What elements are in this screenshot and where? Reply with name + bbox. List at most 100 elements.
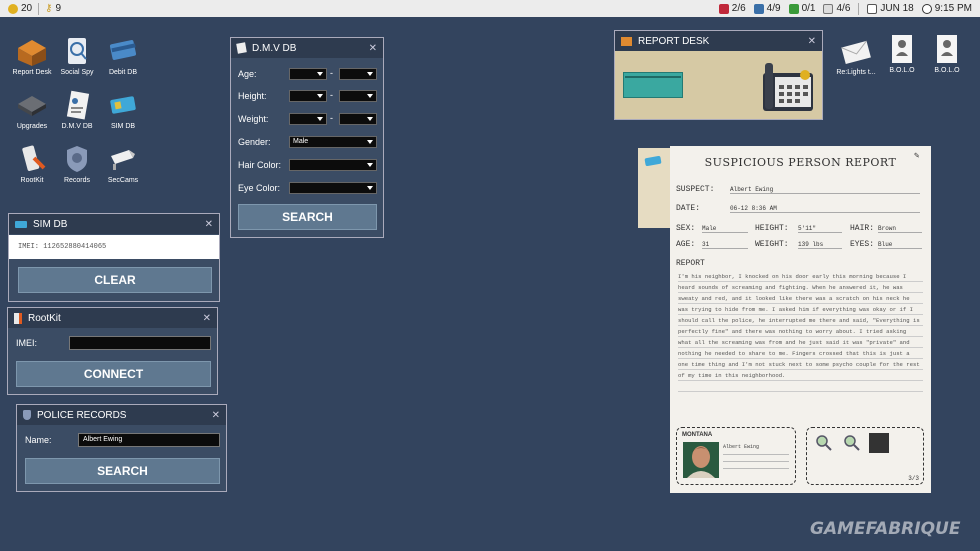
imei-input[interactable] — [69, 336, 211, 350]
gender-select[interactable]: Male — [289, 136, 377, 148]
stat-reports[interactable]: 2/6 — [718, 3, 746, 14]
height-min-select[interactable] — [289, 90, 327, 102]
age-min-select[interactable] — [289, 68, 327, 80]
eyes-value: Blue — [878, 241, 922, 249]
date-label: DATE: — [676, 204, 701, 213]
fax-machine-icon[interactable] — [761, 59, 817, 115]
date-value: 06-12 8:36 AM — [730, 205, 920, 213]
sim-db-window: SIM DB ✕ IMEI: 112652880414065 CLEAR — [8, 213, 220, 302]
window-title: D.M.V DB — [252, 42, 297, 54]
desktop-icon-report-desk[interactable]: Report Desk — [7, 36, 57, 76]
envelope-icon — [840, 36, 872, 66]
stat-arrests[interactable]: 0/1 — [788, 3, 815, 14]
height-max-select[interactable] — [339, 90, 377, 102]
range-dash: - — [330, 90, 333, 100]
suspicious-person-report: ✎ SUSPICIOUS PERSON REPORT SUSPECT: Albe… — [670, 146, 931, 493]
sim-db-titlebar[interactable]: SIM DB ✕ — [9, 214, 219, 234]
clear-button[interactable]: CLEAR — [18, 267, 212, 293]
evidence-photo[interactable] — [869, 433, 889, 453]
desktop-icon-seccams[interactable]: SecCams — [98, 144, 148, 184]
desktop-icon-rootkit[interactable]: RootKit — [7, 144, 57, 184]
stat-cases[interactable]: 4/9 — [753, 3, 781, 14]
desktop-icon-debit-db[interactable]: Debit DB — [98, 36, 148, 76]
coin-icon — [8, 3, 18, 14]
desktop-icon-label: RootKit — [20, 177, 44, 184]
evidence-slot-license[interactable]: MONTANA Albert Ewing — [676, 427, 796, 485]
height-label: HEIGHT: — [755, 224, 789, 233]
page-indicator: 3/3 — [908, 475, 919, 482]
keys-counter: ⚷ 9 — [45, 3, 61, 14]
eye-color-select[interactable] — [289, 182, 377, 194]
bolo-poster-icon — [931, 34, 963, 64]
upgrades-icon — [16, 90, 48, 120]
age-max-select[interactable] — [339, 68, 377, 80]
police-search-button[interactable]: SEARCH — [25, 458, 220, 484]
report-desk-window: REPORT DESK ✕ — [614, 30, 823, 120]
desktop-icon-label: SIM DB — [110, 123, 136, 130]
age-value: 31 — [702, 241, 748, 249]
desktop-icon-label: Social Spy — [60, 69, 94, 76]
ruled-line — [678, 391, 923, 392]
desktop-icon-label: D.M.V DB — [61, 123, 93, 130]
calendar-icon — [867, 3, 878, 14]
report-title: SUSPICIOUS PERSON REPORT — [704, 156, 897, 169]
top-bar: 20 ⚷ 9 2/6 4/9 0/1 4/6 JUN 18 9:15 PM — [0, 0, 980, 17]
time-value: 9:15 PM — [934, 3, 972, 14]
police-records-titlebar[interactable]: POLICE RECORDS ✕ — [17, 405, 226, 425]
dmv-search-button[interactable]: SEARCH — [238, 204, 377, 230]
stat-reports-value: 2/6 — [731, 3, 746, 14]
desktop-icon-dmv-db[interactable]: D.M.V DB — [52, 90, 102, 130]
weight-min-select[interactable] — [289, 113, 327, 125]
weight-value: 139 lbs — [798, 241, 842, 249]
window-title: RootKit — [28, 312, 61, 324]
divider — [858, 2, 860, 15]
close-icon[interactable]: ✕ — [212, 410, 220, 421]
hair-color-select[interactable] — [289, 159, 377, 171]
desktop-icon-social-spy[interactable]: Social Spy — [52, 36, 102, 76]
eye-color-label: Eye Color: — [238, 183, 281, 193]
desktop-icon-label: Upgrades — [16, 123, 48, 130]
license-details — [723, 461, 789, 462]
desktop-icon-bolo-2[interactable]: B.O.L.O — [923, 34, 971, 74]
desk-icon — [16, 36, 48, 66]
alert-icon — [718, 3, 729, 14]
police-records-window: POLICE RECORDS ✕ Name: Albert Ewing SEAR… — [16, 404, 227, 492]
desktop-icon-label: Report Desk — [12, 69, 52, 76]
coins-counter: 20 — [8, 3, 32, 14]
desktop-icon-email[interactable]: Re:Lights t... — [832, 36, 880, 76]
stat-cases-value: 4/9 — [766, 3, 781, 14]
evidence-slot-search[interactable]: 3/3 — [806, 427, 924, 485]
desktop-icon-bolo-1[interactable]: B.O.L.O — [878, 34, 926, 74]
desktop-icon-upgrades[interactable]: Upgrades — [7, 90, 57, 130]
date-value: JUN 18 — [880, 3, 914, 14]
desktop-icon-sim-db[interactable]: SIM DB — [98, 90, 148, 130]
window-title: SIM DB — [33, 218, 68, 230]
stat-documents[interactable]: 4/6 — [823, 3, 850, 14]
camera-icon — [107, 144, 139, 174]
badge-icon — [788, 3, 799, 14]
magnifier-icon[interactable] — [843, 434, 861, 452]
sex-value: Male — [702, 225, 748, 233]
dmv-db-titlebar[interactable]: D.M.V DB ✕ — [231, 38, 383, 58]
suspect-value: Albert Ewing — [730, 186, 920, 194]
id-card-icon — [61, 90, 93, 120]
bolo-poster-icon — [886, 34, 918, 64]
clock-icon — [921, 3, 932, 14]
desktop-icon-records[interactable]: Records — [52, 144, 102, 184]
close-icon[interactable]: ✕ — [205, 219, 213, 230]
close-icon[interactable]: ✕ — [203, 313, 211, 324]
magnifier-icon[interactable] — [815, 434, 833, 452]
weight-max-select[interactable] — [339, 113, 377, 125]
suspect-photo — [683, 442, 719, 478]
connect-button[interactable]: CONNECT — [16, 361, 211, 387]
license-name: Albert Ewing — [723, 444, 760, 450]
watermark: GAMEFABRIQUE — [810, 519, 961, 539]
rootkit-icon — [16, 144, 48, 174]
close-icon[interactable]: ✕ — [369, 43, 377, 54]
report-desk-titlebar[interactable]: REPORT DESK ✕ — [615, 31, 822, 51]
stat-documents-value: 4/6 — [836, 3, 851, 14]
close-icon[interactable]: ✕ — [808, 36, 816, 47]
weight-label: WEIGHT: — [755, 240, 789, 249]
name-input[interactable]: Albert Ewing — [78, 433, 220, 447]
rootkit-titlebar[interactable]: RootKit ✕ — [8, 308, 217, 328]
